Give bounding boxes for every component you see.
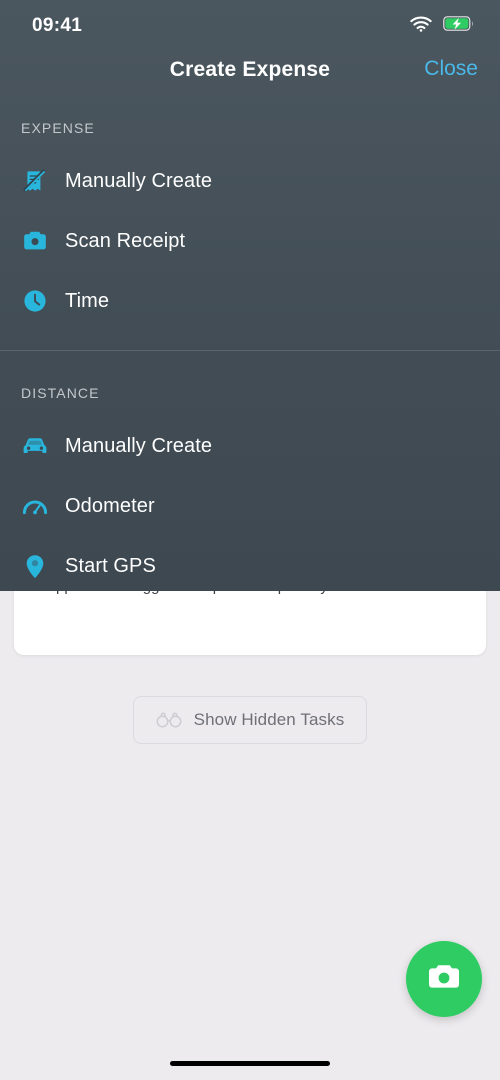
create-expense-action-sheet: 09:41 Create Expense Close EXPENSE Manua… xyxy=(0,0,500,591)
home-indicator xyxy=(170,1061,330,1066)
sheet-header: Create Expense Close xyxy=(0,57,500,100)
sheet-item-distance-manually-create[interactable]: Manually Create xyxy=(0,424,500,468)
sheet-item-expense-manually-create[interactable]: Manually Create xyxy=(0,159,500,203)
binoculars-icon xyxy=(156,712,182,728)
status-bar-time: 09:41 xyxy=(32,15,83,36)
sheet-item-start-gps[interactable]: Start GPS xyxy=(0,544,500,588)
sheet-item-label: Manually Create xyxy=(65,169,213,192)
clock-icon xyxy=(21,287,49,315)
sheet-item-time[interactable]: Time xyxy=(0,279,500,323)
sheet-item-odometer[interactable]: Odometer xyxy=(0,484,500,528)
status-bar: 09:41 xyxy=(0,0,500,52)
map-pin-icon xyxy=(21,552,49,580)
camera-icon xyxy=(427,963,461,996)
show-hidden-tasks-label: Show Hidden Tasks xyxy=(193,710,345,729)
section-header-expense: EXPENSE xyxy=(21,120,95,136)
sheet-item-scan-receipt[interactable]: Scan Receipt xyxy=(0,219,500,263)
battery-charging-icon xyxy=(443,16,474,36)
sheet-item-label: Start GPS xyxy=(65,554,156,577)
sheet-item-label: Scan Receipt xyxy=(65,229,186,252)
section-header-distance: DISTANCE xyxy=(21,385,100,401)
status-bar-icons xyxy=(410,16,474,37)
sheet-item-label: Time xyxy=(65,289,110,312)
show-hidden-tasks-button[interactable]: Show Hidden Tasks xyxy=(133,696,367,744)
sheet-item-label: Odometer xyxy=(65,494,155,517)
wifi-icon xyxy=(410,16,432,37)
camera-icon xyxy=(21,227,49,255)
camera-fab-button[interactable] xyxy=(406,941,482,1017)
close-button[interactable]: Close xyxy=(424,57,478,81)
car-icon xyxy=(21,432,49,460)
receipt-slashed-icon xyxy=(21,167,49,195)
gauge-icon xyxy=(21,492,49,520)
section-divider xyxy=(0,350,500,351)
sheet-item-label: Manually Create xyxy=(65,434,213,457)
